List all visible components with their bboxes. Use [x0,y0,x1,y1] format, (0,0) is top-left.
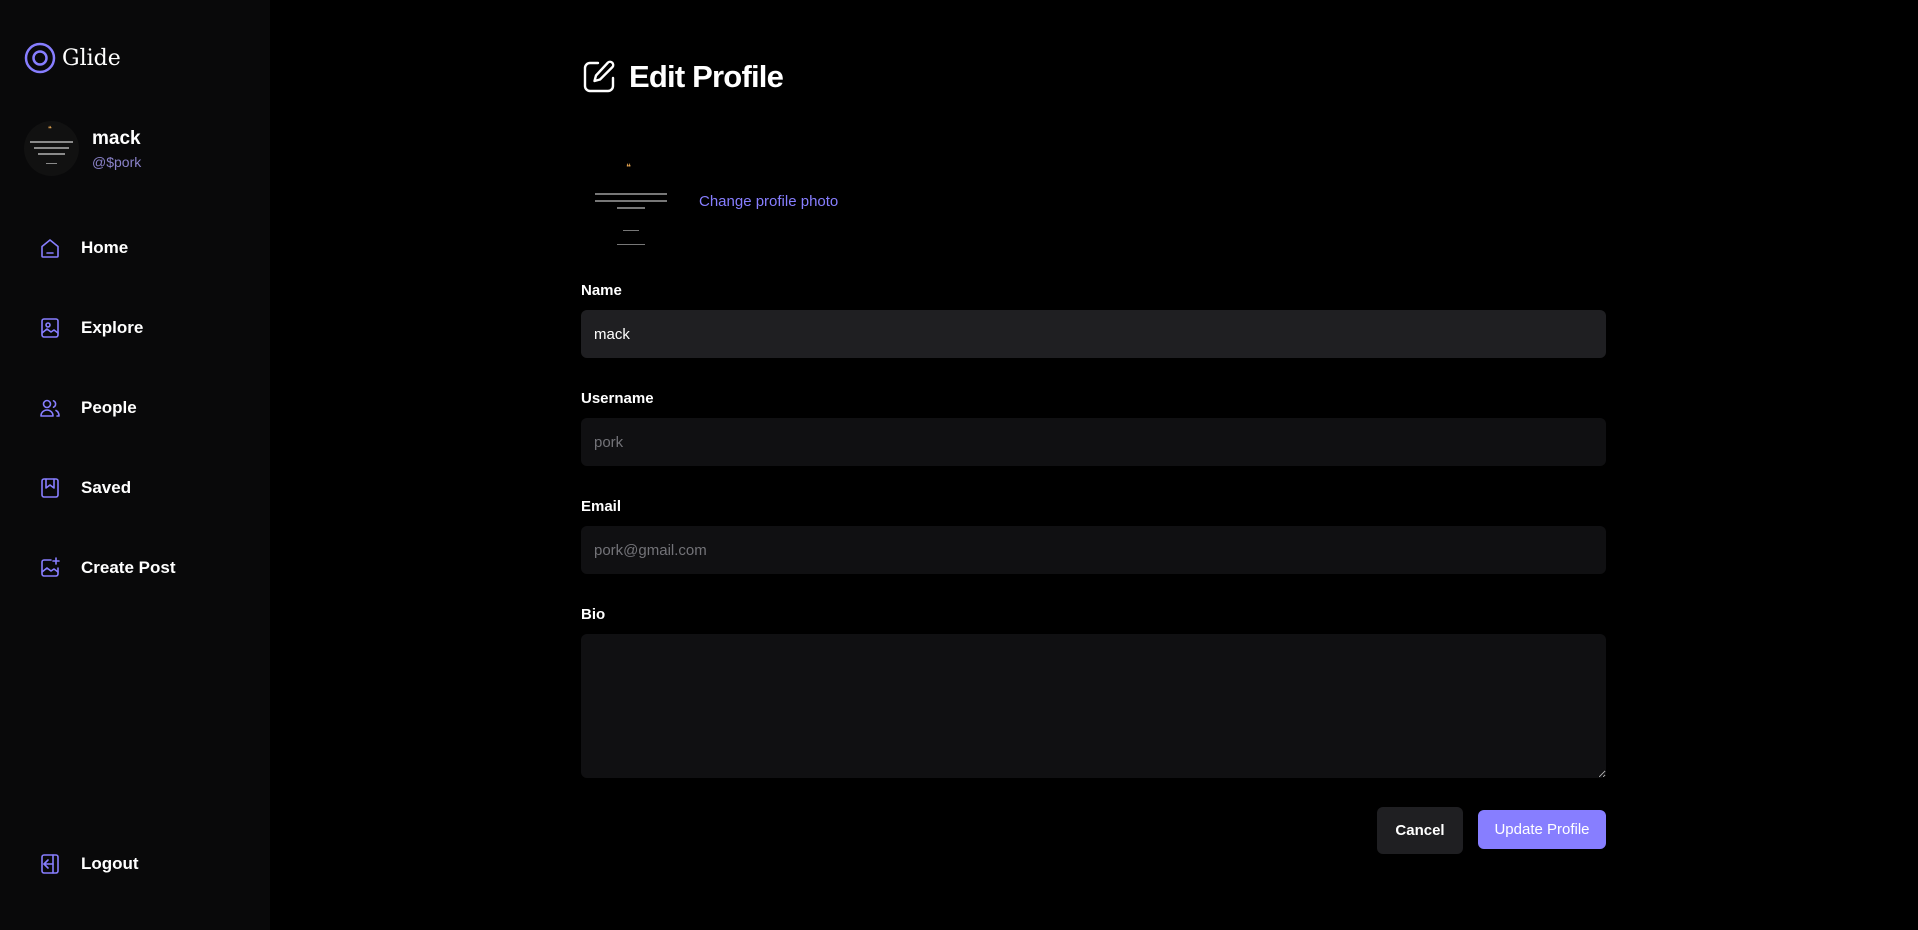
sidebar-item-people[interactable]: People [38,388,175,428]
profile-photo: ❝ [581,155,681,247]
username-input[interactable] [581,418,1606,466]
cancel-button[interactable]: Cancel [1377,807,1463,854]
saved-icon [38,476,62,500]
sidebar-item-home[interactable]: Home [38,228,175,268]
bio-textarea[interactable] [581,634,1606,778]
app-logo[interactable]: Glide [24,42,121,74]
avatar[interactable]: ❝ [24,121,79,176]
sidebar: Glide ❝ mack @$pork Home Explore People … [0,0,270,930]
profile-handle: @$pork [92,153,142,170]
explore-icon [38,316,62,340]
name-label: Name [581,282,622,299]
people-icon [38,396,62,420]
logout-icon [38,852,62,876]
username-label: Username [581,390,654,407]
bio-label: Bio [581,606,606,623]
sidebar-nav: Home Explore People Saved Create Post [38,228,175,628]
create-post-icon [38,556,62,580]
sidebar-item-saved[interactable]: Saved [38,468,175,508]
logout-label: Logout [81,854,139,873]
sidebar-item-label: Explore [81,318,144,337]
page-header: Edit Profile [581,59,784,95]
update-profile-button[interactable]: Update Profile [1478,810,1606,849]
home-icon [38,236,62,260]
sidebar-item-label: Create Post [81,558,176,577]
sidebar-item-label: Saved [81,478,132,497]
profile-name: mack [92,127,141,149]
change-photo-link[interactable]: Change profile photo [699,193,838,210]
glide-logo-icon [24,42,56,74]
sidebar-item-explore[interactable]: Explore [38,308,175,348]
sidebar-item-create-post[interactable]: Create Post [38,548,175,588]
edit-icon [583,60,615,93]
app-name: Glide [62,45,121,71]
profile-photo-row: ❝ Change profile photo [581,155,838,247]
sidebar-item-label: Home [81,238,129,257]
name-input[interactable] [581,310,1606,358]
logout-button[interactable]: Logout [38,852,139,876]
email-input[interactable] [581,526,1606,574]
page-title: Edit Profile [629,59,784,94]
sidebar-item-label: People [81,398,137,417]
sidebar-profile[interactable]: ❝ mack @$pork [24,121,141,176]
email-label: Email [581,498,622,515]
